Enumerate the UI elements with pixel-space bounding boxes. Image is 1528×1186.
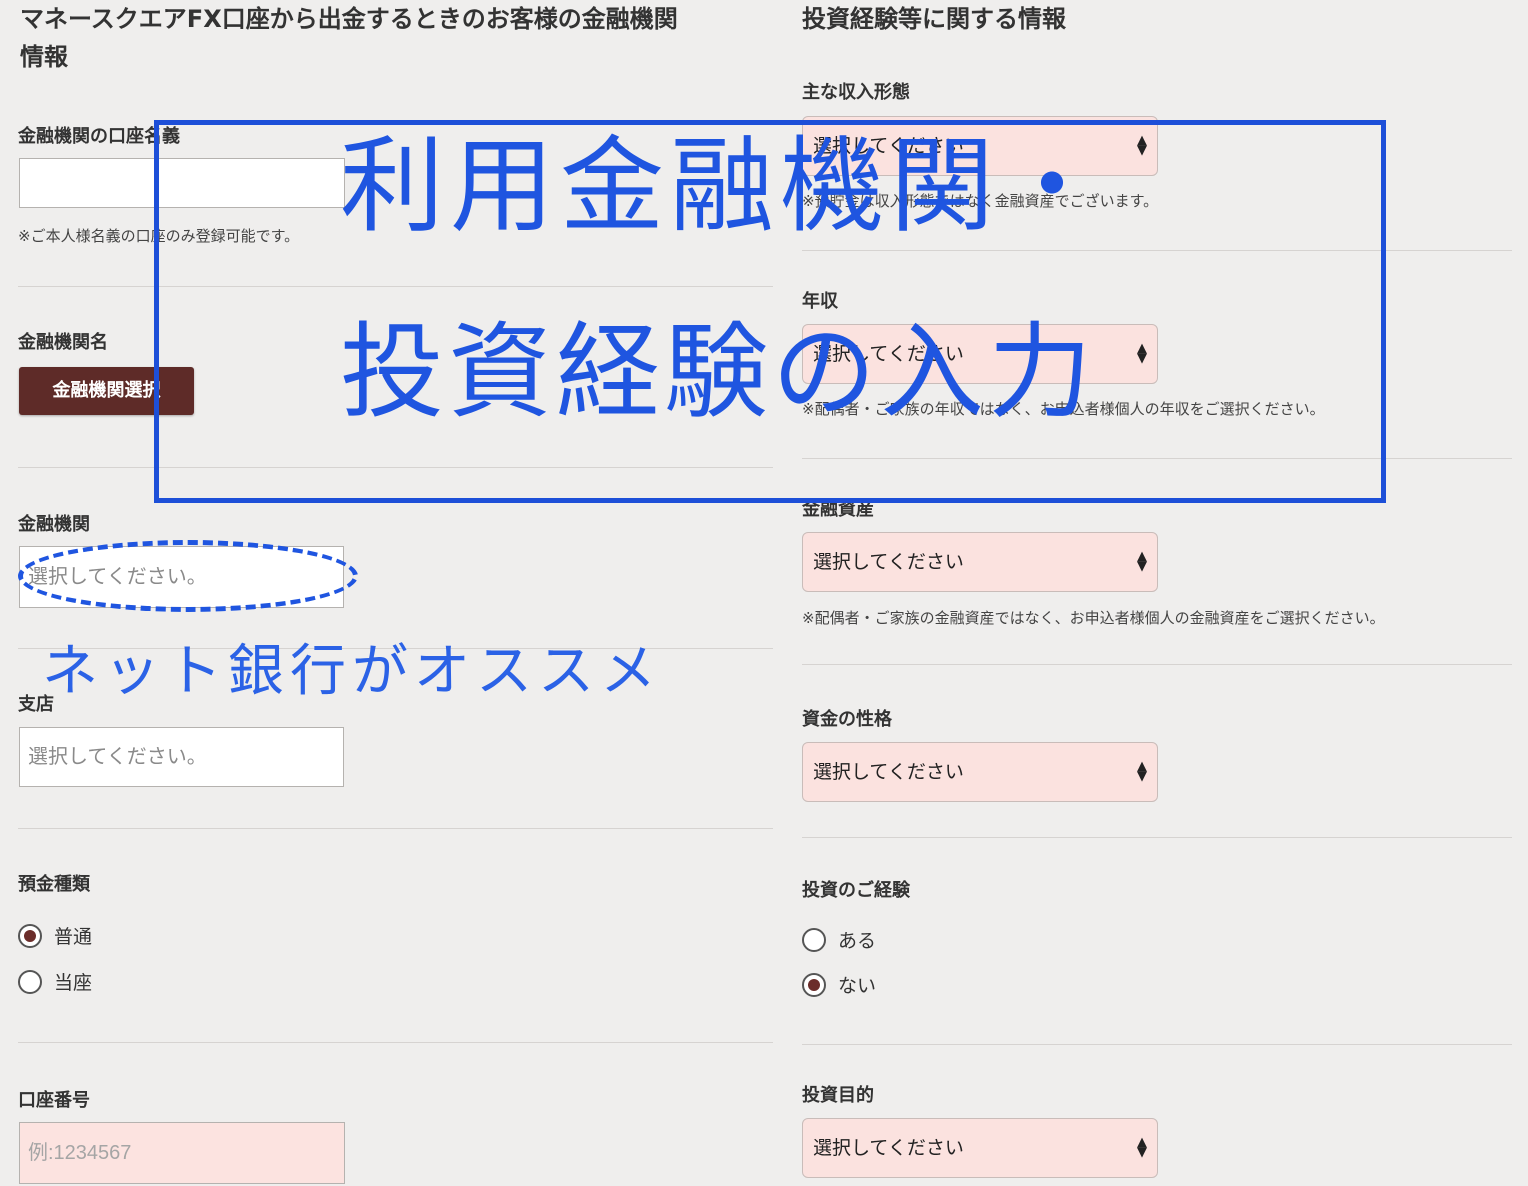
- investment-purpose-select[interactable]: 選択してください ▲ ▼: [802, 1118, 1158, 1178]
- bank-info-title-line1: マネースクエアFX口座から出金するときのお客様の金融機関: [20, 5, 678, 33]
- investment-purpose-label: 投資目的: [802, 1085, 874, 1106]
- bank-label: 金融機関: [18, 514, 90, 535]
- select-arrows-icon: ▲ ▼: [1137, 759, 1147, 784]
- investment-experience-option-no[interactable]: ない: [802, 971, 876, 998]
- branch-input[interactable]: [19, 727, 344, 787]
- income-type-label: 主な収入形態: [802, 82, 910, 103]
- select-arrows-icon: ▲ ▼: [1137, 1135, 1147, 1160]
- financial-assets-note: ※配偶者・ご家族の金融資産ではなく、お申込者様個人の金融資産をご選択ください。: [802, 609, 1385, 627]
- annotation-title-line1: 利用金融機関・: [340, 125, 1111, 247]
- deposit-type-option-ordinary[interactable]: 普通: [18, 922, 92, 949]
- investment-experience-label: 投資のご経験: [802, 880, 910, 901]
- radio-label: ある: [838, 930, 877, 952]
- radio-label: 普通: [54, 926, 93, 948]
- divider: [18, 828, 773, 829]
- divider: [18, 1042, 773, 1043]
- select-value: 選択してください: [813, 551, 964, 573]
- radio-button[interactable]: [802, 972, 826, 997]
- fund-nature-label: 資金の性格: [802, 709, 892, 730]
- annotation-title-line2: 投資経験の入力: [340, 311, 1097, 433]
- divider: [802, 664, 1512, 665]
- radio-button[interactable]: [18, 923, 42, 948]
- highlight-ellipse: [18, 540, 358, 612]
- radio-button[interactable]: [802, 927, 826, 952]
- select-arrows-icon: ▲ ▼: [1137, 549, 1147, 574]
- deposit-type-label: 預金種類: [18, 874, 90, 895]
- radio-button[interactable]: [18, 969, 42, 994]
- fund-nature-select[interactable]: 選択してください ▲ ▼: [802, 742, 1158, 802]
- select-value: 選択してください: [813, 1137, 964, 1159]
- financial-assets-select[interactable]: 選択してください ▲ ▼: [802, 532, 1158, 592]
- investment-info-title: 投資経験等に関する情報: [802, 5, 1066, 33]
- divider: [802, 1044, 1512, 1045]
- select-value: 選択してください: [813, 761, 964, 783]
- bank-info-title-line2: 情報: [20, 43, 68, 71]
- deposit-type-option-current[interactable]: 当座: [18, 968, 92, 995]
- account-number-label: 口座番号: [18, 1090, 90, 1111]
- radio-label: ない: [838, 975, 877, 997]
- divider: [802, 837, 1512, 838]
- bank-info-title: マネースクエアFX口座から出金するときのお客様の金融機関 情報: [20, 0, 678, 76]
- annotation-hint: ネット銀行がオススメ: [42, 639, 662, 704]
- account-number-input[interactable]: [19, 1122, 345, 1184]
- investment-experience-option-yes[interactable]: ある: [802, 926, 876, 953]
- radio-label: 当座: [54, 972, 93, 994]
- bank-name-label: 金融機関名: [18, 332, 108, 353]
